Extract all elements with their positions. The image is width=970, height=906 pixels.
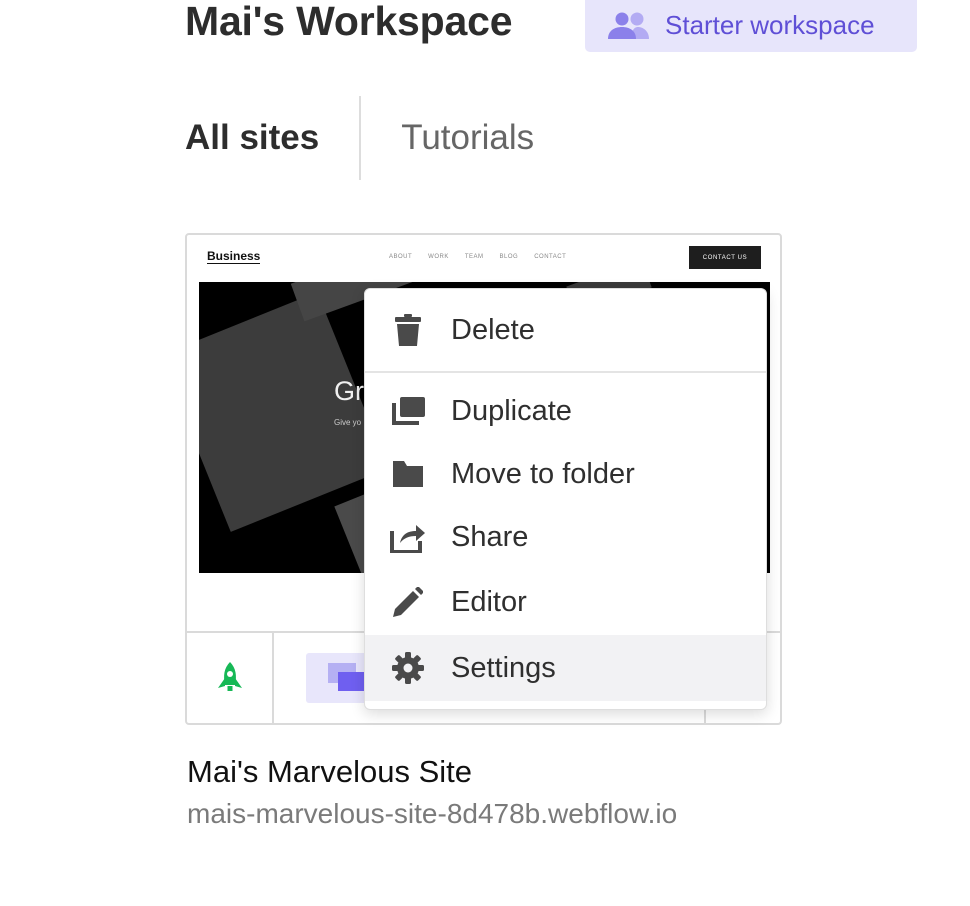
site-tabs: All sites Tutorials xyxy=(185,96,534,180)
menu-item-label: Editor xyxy=(451,585,527,618)
thumbnail-nav-link: BLOG xyxy=(499,254,519,260)
thumbnail-nav-links: ABOUT WORK TEAM BLOG CONTACT xyxy=(389,254,566,260)
thumbnail-nav-link: CONTACT xyxy=(534,254,567,260)
dashboard-page: Mai's Workspace Starter workspace All si… xyxy=(0,0,970,906)
menu-item-share[interactable]: Share xyxy=(365,505,766,569)
tab-all-sites[interactable]: All sites xyxy=(185,96,319,180)
users-icon xyxy=(608,12,649,39)
site-name[interactable]: Mai's Marvelous Site xyxy=(187,754,472,790)
duplicate-icon xyxy=(392,397,425,425)
rocket-icon xyxy=(217,662,242,691)
thumbnail-nav-link: TEAM xyxy=(464,254,484,260)
plan-badge[interactable]: Starter workspace xyxy=(585,0,917,52)
thumbnail-nav-link: WORK xyxy=(428,254,449,260)
workspace-title: Mai's Workspace xyxy=(185,0,513,44)
menu-divider xyxy=(365,371,766,373)
menu-item-duplicate[interactable]: Duplicate xyxy=(365,379,766,443)
plan-badge-label: Starter workspace xyxy=(665,9,875,40)
thumbnail-nav-link: ABOUT xyxy=(389,254,413,260)
site-thumbnail-nav: Business ABOUT WORK TEAM BLOG CONTACT CO… xyxy=(187,235,780,283)
tab-tutorials[interactable]: Tutorials xyxy=(401,96,534,180)
menu-item-delete[interactable]: Delete xyxy=(365,298,766,362)
site-context-menu: Delete Duplicate Move to folder Share Ed… xyxy=(364,288,767,710)
menu-item-label: Share xyxy=(451,520,529,553)
trash-icon xyxy=(395,314,421,346)
publish-button[interactable] xyxy=(187,633,274,723)
menu-item-label: Move to folder xyxy=(451,457,635,490)
menu-item-settings[interactable]: Settings xyxy=(365,635,766,701)
thumbnail-hero-subtext: Give yo xyxy=(334,418,362,427)
thumbnail-logo: Business xyxy=(207,249,261,264)
tab-divider xyxy=(359,96,362,180)
pencil-icon xyxy=(393,587,423,617)
thumbnail-hero-headline: Gr xyxy=(334,376,364,406)
thumbnail-cta-button: CONTACT US xyxy=(689,246,761,269)
site-url[interactable]: mais-marvelous-site-8d478b.webflow.io xyxy=(187,798,677,830)
menu-item-label: Settings xyxy=(451,651,556,684)
menu-item-label: Delete xyxy=(451,313,535,346)
menu-item-editor[interactable]: Editor xyxy=(365,570,766,634)
share-icon xyxy=(390,525,425,553)
folder-icon xyxy=(393,461,423,487)
menu-item-label: Duplicate xyxy=(451,394,572,427)
menu-item-move-to-folder[interactable]: Move to folder xyxy=(365,442,766,506)
gear-icon xyxy=(392,652,424,684)
